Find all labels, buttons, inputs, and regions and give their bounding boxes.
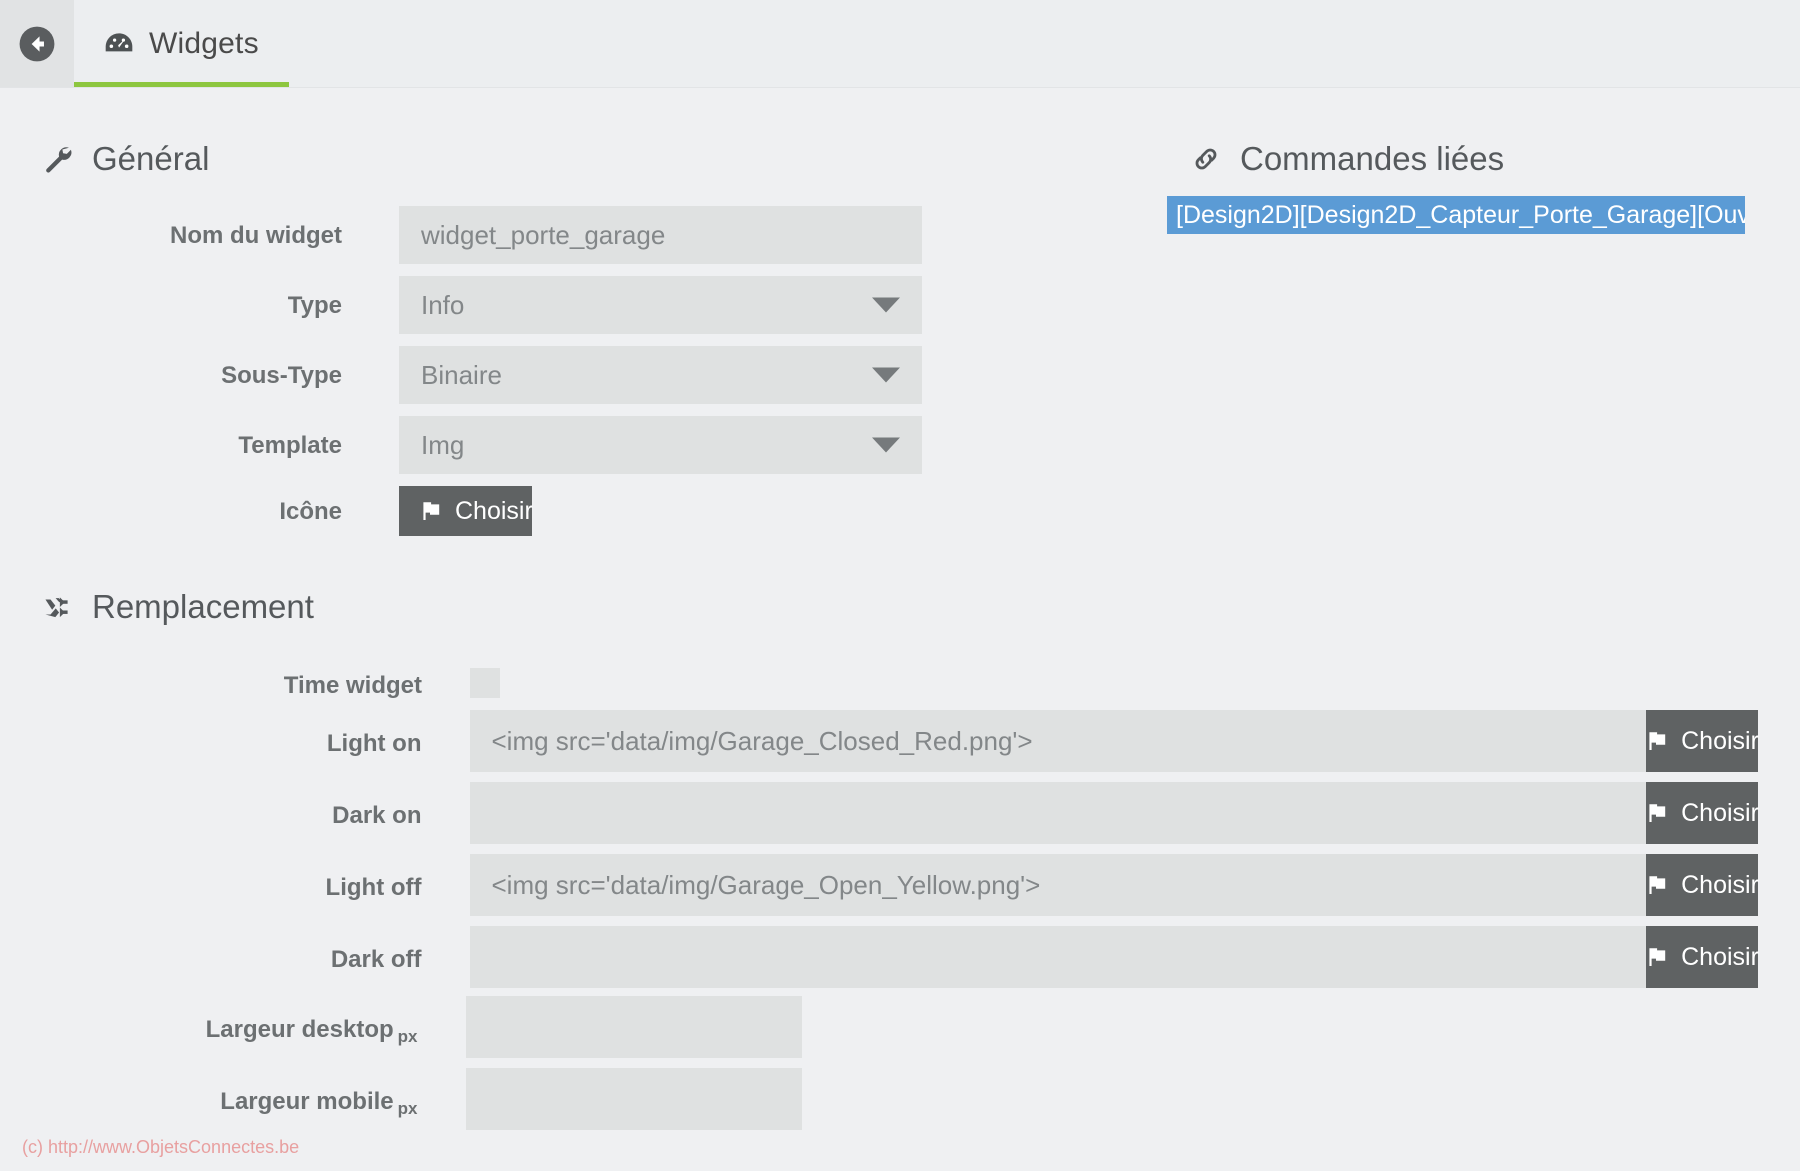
label-template: Template bbox=[238, 432, 342, 459]
label-sub-type: Sous-Type bbox=[221, 362, 342, 389]
label-type: Type bbox=[287, 292, 342, 319]
chevron-down-icon bbox=[872, 297, 900, 313]
light-on-choose-button-label: Choisir bbox=[1681, 726, 1759, 755]
dark-off-choose-button[interactable]: Choisir bbox=[1645, 926, 1759, 988]
label-light-off: Light off bbox=[325, 874, 422, 901]
flag-icon bbox=[1645, 945, 1669, 969]
row-icon: Icône Choisir bbox=[42, 486, 922, 536]
light-on-choose-button[interactable]: Choisir bbox=[1645, 710, 1759, 772]
label-dark-on: Dark on bbox=[332, 802, 422, 829]
main-content: Général Nom du widget widget_porte_garag… bbox=[0, 88, 1800, 1171]
row-largeur-desktop: Largeur desktop px bbox=[42, 996, 802, 1058]
section-general-header: Général bbox=[42, 140, 209, 178]
section-replacement-title: Remplacement bbox=[92, 588, 314, 625]
label-largeur-mobile-text: Largeur mobile bbox=[220, 1088, 394, 1115]
gauge-icon bbox=[102, 27, 136, 61]
row-template: Template Img bbox=[42, 416, 922, 474]
select-type-value: Info bbox=[421, 289, 465, 320]
select-template[interactable]: Img bbox=[399, 416, 922, 474]
section-replacement-header: Remplacement bbox=[42, 588, 314, 626]
top-tab-bar: Widgets bbox=[0, 0, 1800, 88]
label-time-widget: Time widget bbox=[283, 672, 422, 699]
input-dark-on[interactable] bbox=[469, 782, 1646, 844]
flag-icon bbox=[419, 499, 443, 523]
input-light-off[interactable]: <img src='data/img/Garage_Open_Yellow.pn… bbox=[469, 854, 1646, 916]
section-linked-commands-title: Commandes liées bbox=[1240, 140, 1505, 177]
light-off-choose-button[interactable]: Choisir bbox=[1645, 854, 1759, 916]
input-widget-name[interactable]: widget_porte_garage bbox=[399, 206, 922, 264]
label-largeur-mobile: Largeur mobile px bbox=[42, 1068, 417, 1118]
icon-choose-button-label: Choisir bbox=[455, 496, 533, 525]
select-type[interactable]: Info bbox=[399, 276, 922, 334]
row-light-off: Light off <img src='data/img/Garage_Open… bbox=[42, 854, 1759, 916]
input-largeur-mobile[interactable] bbox=[465, 1068, 802, 1130]
row-type: Type Info bbox=[42, 276, 922, 334]
select-template-value: Img bbox=[421, 429, 465, 460]
input-light-on[interactable]: <img src='data/img/Garage_Closed_Red.png… bbox=[469, 710, 1646, 772]
row-largeur-mobile: Largeur mobile px bbox=[42, 1068, 802, 1130]
arrow-left-circle-icon bbox=[18, 25, 56, 63]
row-light-on: Light on <img src='data/img/Garage_Close… bbox=[42, 710, 1759, 772]
tab-widgets[interactable]: Widgets bbox=[74, 0, 289, 87]
row-dark-on: Dark on Choisir bbox=[42, 782, 1759, 844]
section-general-title: Général bbox=[92, 140, 210, 177]
label-dark-off: Dark off bbox=[330, 946, 422, 973]
light-off-choose-button-label: Choisir bbox=[1681, 870, 1759, 899]
chevron-down-icon bbox=[872, 437, 900, 453]
select-sub-type-value: Binaire bbox=[421, 359, 502, 390]
dark-on-choose-button[interactable]: Choisir bbox=[1645, 782, 1759, 844]
input-dark-off[interactable] bbox=[469, 926, 1646, 988]
dark-on-choose-button-label: Choisir bbox=[1681, 798, 1759, 827]
back-button[interactable] bbox=[0, 0, 74, 87]
select-sub-type[interactable]: Binaire bbox=[399, 346, 922, 404]
label-widget-name: Nom du widget bbox=[170, 222, 342, 249]
chevron-down-icon bbox=[872, 367, 900, 383]
row-sub-type: Sous-Type Binaire bbox=[42, 346, 922, 404]
link-icon bbox=[1190, 143, 1222, 175]
tab-widgets-label: Widgets bbox=[149, 26, 259, 60]
flag-icon bbox=[1645, 729, 1669, 753]
dark-off-choose-button-label: Choisir bbox=[1681, 942, 1759, 971]
footer-copyright: (c) http://www.ObjetsConnectes.be bbox=[22, 1137, 300, 1157]
label-largeur-mobile-unit: px bbox=[397, 1099, 418, 1118]
input-largeur-desktop[interactable] bbox=[465, 996, 802, 1058]
linked-command-item[interactable]: [Design2D][Design2D_Capteur_Porte_Garage… bbox=[1167, 196, 1745, 234]
row-time-widget: Time widget bbox=[42, 668, 642, 698]
row-widget-name: Nom du widget widget_porte_garage bbox=[42, 206, 922, 264]
label-icon: Icône bbox=[279, 498, 342, 525]
label-largeur-desktop-text: Largeur desktop bbox=[205, 1016, 394, 1043]
checkbox-time-widget[interactable] bbox=[470, 668, 500, 698]
label-largeur-desktop-unit: px bbox=[397, 1027, 418, 1046]
label-largeur-desktop: Largeur desktop px bbox=[42, 996, 418, 1046]
flag-icon bbox=[1645, 873, 1669, 897]
wrench-icon bbox=[42, 143, 74, 175]
shuffle-icon bbox=[42, 591, 74, 623]
row-dark-off: Dark off Choisir bbox=[42, 926, 1759, 988]
icon-choose-button[interactable]: Choisir bbox=[399, 486, 533, 536]
flag-icon bbox=[1645, 801, 1669, 825]
label-light-on: Light on bbox=[326, 730, 422, 757]
section-linked-commands-header: Commandes liées bbox=[1190, 140, 1504, 178]
